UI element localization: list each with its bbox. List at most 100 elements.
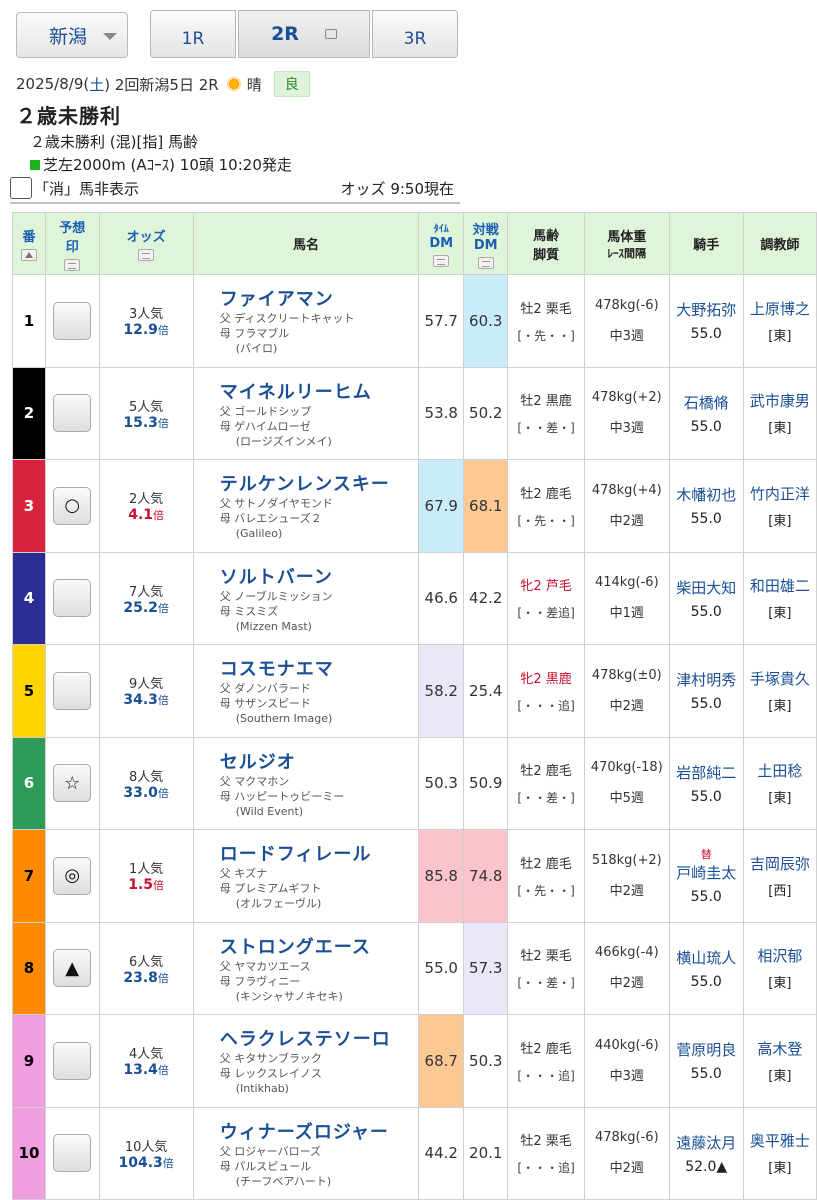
dam: 母 サザンスピード	[219, 697, 312, 711]
vs-dm: 60.3	[463, 274, 509, 368]
trainer-link[interactable]: 竹内正洋	[744, 483, 816, 504]
jockey-link[interactable]: 横山琉人	[670, 947, 743, 968]
vs-dm: 57.3	[463, 921, 509, 1015]
sire: 父 ノーブルミッション	[219, 589, 333, 603]
sire: 父 ダノンバラード	[219, 682, 311, 696]
trainer-link[interactable]: 武市康男	[744, 390, 816, 411]
time-dm-value: 55.0	[424, 959, 458, 978]
odds-unit: 倍	[162, 1156, 174, 1170]
dam: 母 ハッピートゥビーミー	[219, 789, 345, 803]
horse-row[interactable]: 7 ◎ 1人気 1.5倍 ロードフィレール父 キズナ母 プレミアムギフト (オルフェーヴル…	[12, 829, 817, 923]
prediction-mark-button[interactable]: ○	[53, 486, 92, 525]
horse-row[interactable]: 1 3人気 12.9倍 ファイアマン父 ディスクリートキャット母 フラマブル (パイロ)…	[12, 274, 817, 368]
trainer-link[interactable]: 吉岡辰弥	[744, 853, 816, 874]
dam: 母 フラマブル	[219, 327, 290, 341]
vs-dm: 42.2	[463, 551, 509, 645]
jockey-link[interactable]: 柴田大知	[670, 577, 743, 598]
broodmare-sire: (Galileo)	[235, 527, 283, 541]
prediction-mark-button[interactable]	[53, 301, 92, 340]
horse-row[interactable]: 6 ☆ 8人気 33.0倍 セルジオ父 マクマホン母 ハッピートゥビーミー (Wild E…	[12, 736, 817, 830]
jockey-link[interactable]: 津村明秀	[670, 669, 743, 690]
sort-icon[interactable]	[138, 249, 155, 261]
broodmare-sire: (Southern Image)	[235, 712, 333, 726]
odds-unit: 倍	[153, 509, 165, 523]
horse-name-link[interactable]: テルケンレンスキー	[220, 470, 419, 496]
prediction-mark-button[interactable]: ▲	[53, 949, 92, 988]
col-header-name: 馬名	[192, 212, 420, 275]
prediction-mark-button[interactable]: ◎	[53, 856, 92, 895]
horse-name-link[interactable]: セルジオ	[220, 748, 419, 774]
jockey-link[interactable]: 戸崎圭太	[670, 862, 743, 883]
horse-name-link[interactable]: ソルトバーン	[220, 563, 419, 589]
horse-row[interactable]: 2 5人気 15.3倍 マイネルリーヒム父 ゴールドシップ母 ゲハイムローゼ (ロージズ…	[12, 366, 817, 460]
next-race-button[interactable]: 3R	[372, 10, 458, 58]
col-header-time-dm[interactable]: ﾀｲﾑ DM	[418, 212, 465, 275]
post-number: 4	[12, 551, 46, 645]
prediction-mark-button[interactable]	[53, 671, 92, 710]
horse-row[interactable]: 8 ▲ 6人気 23.8倍 ストロングエース父 ヤマカツエース母 フラヴィニー (キンシャ…	[12, 921, 817, 1015]
sort-up-icon[interactable]	[20, 249, 37, 261]
trainer-affiliation: [東]	[768, 513, 792, 529]
odds-unit: 倍	[157, 694, 169, 708]
horse-name-link[interactable]: ストロングエース	[220, 933, 419, 959]
horse-name-link[interactable]: ファイアマン	[220, 285, 419, 311]
body-weight: 478kg(-6)	[594, 297, 659, 313]
current-race-button[interactable]: 2R	[238, 10, 370, 58]
col-header-num[interactable]: 番	[12, 212, 46, 275]
jockey-link[interactable]: 木幡初也	[670, 484, 743, 505]
horse-row[interactable]: 10 10人気 104.3倍 ウィナーズロジャー父 ロジャーバローズ母 パルスピュール…	[12, 1106, 817, 1200]
horse-row[interactable]: 5 9人気 34.3倍 コスモナエマ父 ダノンバラード母 サザンスピード (Southe…	[12, 644, 817, 738]
age-cell: 牝2 芦毛 [・・差追]	[507, 551, 585, 645]
prev-race-button[interactable]: 1R	[150, 10, 236, 58]
jockey-link[interactable]: 石橋脩	[670, 392, 743, 413]
trainer-link[interactable]: 高木登	[744, 1038, 816, 1059]
hide-scratched-checkbox[interactable]	[10, 177, 32, 199]
mark-cell	[44, 274, 100, 368]
prediction-mark-button[interactable]	[53, 1041, 92, 1080]
horse-row[interactable]: 9 4人気 13.4倍 ヘラクレステソーロ父 キタサンブラック母 レックスレイノス (I…	[12, 1014, 817, 1108]
horse-name-link[interactable]: ロードフィレール	[220, 840, 419, 866]
post-number-text: 10	[18, 1144, 40, 1163]
col-header-vs-dm[interactable]: 対戦 DM	[463, 212, 509, 275]
sort-icon[interactable]	[477, 256, 494, 269]
prediction-mark-button[interactable]	[53, 394, 92, 433]
horse-name-link[interactable]: マイネルリーヒム	[220, 378, 419, 404]
venue-label: 新潟	[49, 25, 88, 48]
post-number: 1	[12, 274, 46, 368]
prediction-mark-button[interactable]	[53, 1134, 92, 1173]
sort-icon[interactable]	[433, 255, 450, 267]
trainer-link[interactable]: 奥平雅士	[744, 1130, 816, 1151]
name-cell: セルジオ父 マクマホン母 ハッピートゥビーミー (Wild Event)	[192, 736, 420, 830]
trainer-link[interactable]: 和田雄二	[744, 575, 816, 596]
mark-cell: ☆	[44, 736, 100, 830]
trainer-affiliation: [東]	[768, 328, 792, 344]
trainer-cell: 高木登 [東]	[742, 1014, 817, 1108]
odds-number: 4.1	[128, 507, 154, 524]
trainer-link[interactable]: 上原博之	[744, 298, 816, 319]
jockey-link[interactable]: 菅原明良	[670, 1039, 743, 1060]
weight-cell: 478kg(+2) 中3週	[583, 366, 670, 460]
odds-value: 13.4倍	[100, 1062, 193, 1078]
jockey-link[interactable]: 岩部純二	[670, 762, 743, 783]
col-header-odds[interactable]: オッズ	[98, 212, 194, 275]
venue-select[interactable]: 新潟	[16, 12, 128, 58]
time-dm: 55.0	[418, 921, 465, 1015]
trainer-link[interactable]: 土田稔	[744, 760, 816, 781]
horse-row[interactable]: 4 7人気 25.2倍 ソルトバーン父 ノーブルミッション母 ミスミズ (Mizzen …	[12, 551, 817, 645]
sort-icon[interactable]	[64, 258, 81, 271]
horse-row[interactable]: 3 ○ 2人気 4.1倍 テルケンレンスキー父 サトノダイヤモンド母 バレエシューズ２(…	[12, 459, 817, 553]
jockey-link[interactable]: 大野拓弥	[670, 299, 743, 320]
popularity: 3人気	[128, 307, 164, 323]
prediction-mark-button[interactable]: ☆	[53, 764, 92, 803]
time-dm-value: 53.8	[424, 404, 458, 423]
horse-name-link[interactable]: ウィナーズロジャー	[220, 1118, 419, 1144]
horse-name-link[interactable]: ヘラクレステソーロ	[220, 1025, 419, 1051]
col-age-label-2: 脚質	[533, 247, 560, 263]
col-header-mark[interactable]: 予想印	[44, 212, 100, 275]
horse-name-link[interactable]: コスモナエマ	[220, 655, 419, 681]
trainer-link[interactable]: 手塚貴久	[744, 668, 816, 689]
jockey-link[interactable]: 遠藤汰月	[670, 1132, 743, 1153]
trainer-link[interactable]: 相沢郁	[744, 945, 816, 966]
prediction-mark-button[interactable]	[53, 579, 92, 618]
dam: 母 プレミアムギフト	[219, 882, 322, 896]
